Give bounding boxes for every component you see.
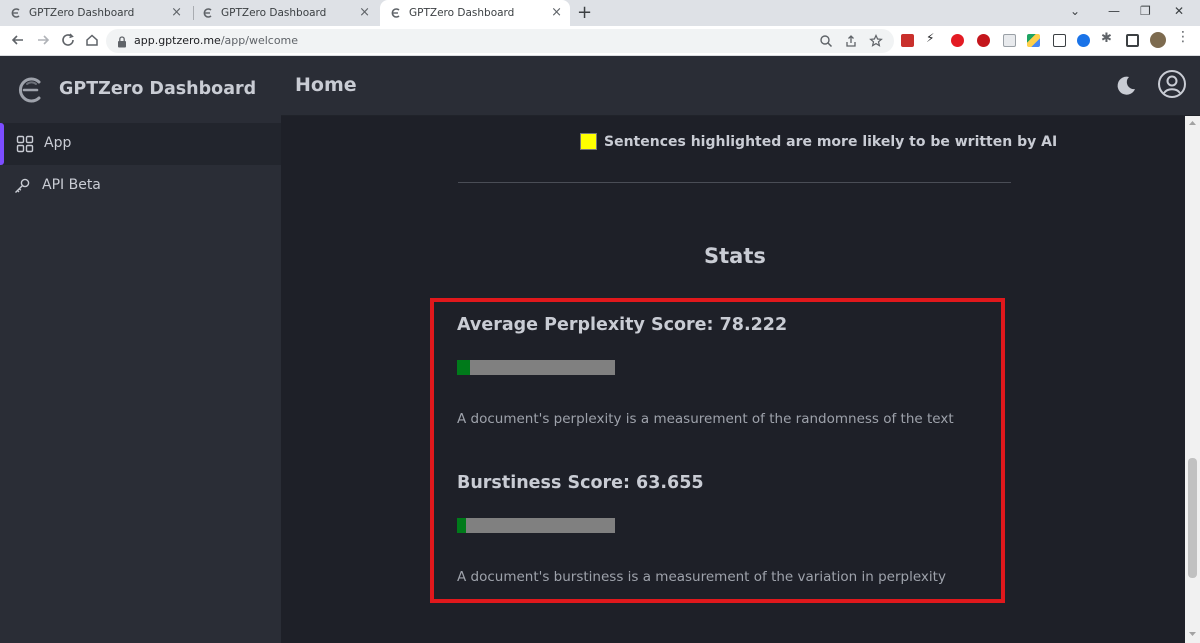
close-tab-icon[interactable]: × (359, 6, 370, 20)
browser-tab-active[interactable]: GPTZero Dashboard × (380, 0, 570, 26)
browser-tab-title: GPTZero Dashboard (409, 7, 515, 19)
url-text[interactable]: app.gptzero.me/app/welcome (134, 34, 298, 47)
brand[interactable]: GPTZero Dashboard (0, 56, 281, 122)
divider (458, 182, 1011, 183)
brand-title: GPTZero Dashboard (59, 79, 257, 99)
stats-highlight-box (430, 298, 1005, 603)
close-tab-icon[interactable]: × (551, 6, 562, 20)
sidebar-item-label: App (44, 135, 72, 151)
page-title: Home (295, 74, 357, 96)
stats-heading: Stats (704, 244, 766, 268)
browser-tab[interactable]: GPTZero Dashboard × (202, 0, 378, 26)
extension-play-icon[interactable] (1053, 34, 1066, 47)
extension-drive-icon[interactable] (1027, 34, 1040, 47)
legend-text: Sentences highlighted are more likely to… (604, 133, 1058, 150)
extension-doc-icon[interactable] (1003, 34, 1016, 47)
extensions-puzzle-icon[interactable]: ✱ (1101, 31, 1114, 46)
perplexity-description: A document's perplexity is a measurement… (457, 411, 954, 427)
browser-tab-title: GPTZero Dashboard (29, 7, 135, 19)
gptzero-logo-icon (19, 77, 41, 103)
browser-menu-icon[interactable]: ⋮ (1176, 29, 1190, 45)
perplexity-meter-fill (457, 360, 470, 375)
dark-mode-moon-icon[interactable] (1114, 74, 1138, 98)
extension-adblock-icon[interactable] (977, 34, 990, 47)
burstiness-meter (457, 518, 615, 533)
gptzero-favicon-icon (202, 7, 214, 19)
sidebar: GPTZero Dashboard App API Beta (0, 56, 281, 643)
side-panel-icon[interactable] (1126, 34, 1139, 47)
extension-red-icon[interactable] (901, 34, 914, 47)
browser-tab-title: GPTZero Dashboard (221, 7, 327, 19)
burstiness-score-title: Burstiness Score: 63.655 (457, 473, 704, 493)
restore-icon[interactable]: ❐ (1140, 4, 1151, 18)
scroll-down-arrow-icon[interactable] (1188, 630, 1197, 638)
profile-avatar[interactable] (1150, 32, 1166, 48)
key-icon (13, 177, 31, 195)
scrollbar-thumb[interactable] (1188, 458, 1197, 578)
grid-icon (16, 135, 34, 153)
extension-opera-icon[interactable] (951, 34, 964, 47)
bookmark-star-icon[interactable] (869, 34, 883, 48)
tab-separator (193, 6, 194, 20)
minimize-icon[interactable]: — (1108, 4, 1120, 18)
perplexity-meter (457, 360, 615, 375)
browser-tab[interactable]: GPTZero Dashboard × (10, 0, 190, 26)
share-icon[interactable] (844, 34, 858, 48)
burstiness-meter-fill (457, 518, 467, 533)
ai-highlight-legend: Sentences highlighted are more likely to… (580, 133, 1057, 150)
gptzero-favicon-icon (10, 7, 22, 19)
extension-blue-icon[interactable] (1077, 34, 1090, 47)
highlight-swatch (580, 133, 597, 150)
sidebar-item-label: API Beta (42, 177, 101, 193)
perplexity-score-title: Average Perplexity Score: 78.222 (457, 315, 788, 335)
reload-icon[interactable] (60, 32, 76, 48)
sidebar-item-api-beta[interactable]: API Beta (0, 165, 281, 207)
tab-search-icon[interactable]: ⌄ (1070, 4, 1080, 18)
browser-tab-strip: GPTZero Dashboard × GPTZero Dashboard × … (0, 0, 1200, 26)
burstiness-description: A document's burstiness is a measurement… (457, 569, 946, 585)
back-icon[interactable] (10, 32, 26, 48)
close-window-icon[interactable]: ✕ (1174, 4, 1184, 18)
sidebar-item-app[interactable]: App (0, 123, 281, 165)
close-tab-icon[interactable]: × (171, 6, 182, 20)
new-tab-button[interactable]: + (577, 3, 592, 23)
scroll-up-arrow-icon[interactable] (1188, 119, 1197, 127)
active-indicator (0, 123, 4, 165)
app-header: Home (281, 56, 1200, 116)
address-bar[interactable]: app.gptzero.me/app/welcome (106, 29, 894, 53)
lock-icon[interactable] (116, 34, 128, 48)
account-user-icon[interactable] (1157, 69, 1187, 99)
home-icon[interactable] (84, 32, 100, 48)
extension-bolt-icon[interactable]: ⚡ (926, 31, 939, 45)
main-content: Sentences highlighted are more likely to… (281, 116, 1185, 643)
gptzero-favicon-icon (390, 7, 402, 19)
zoom-icon[interactable] (819, 34, 833, 48)
forward-icon[interactable] (35, 32, 51, 48)
browser-toolbar: app.gptzero.me/app/welcome ⚡ ✱ ⋮ (0, 26, 1200, 56)
